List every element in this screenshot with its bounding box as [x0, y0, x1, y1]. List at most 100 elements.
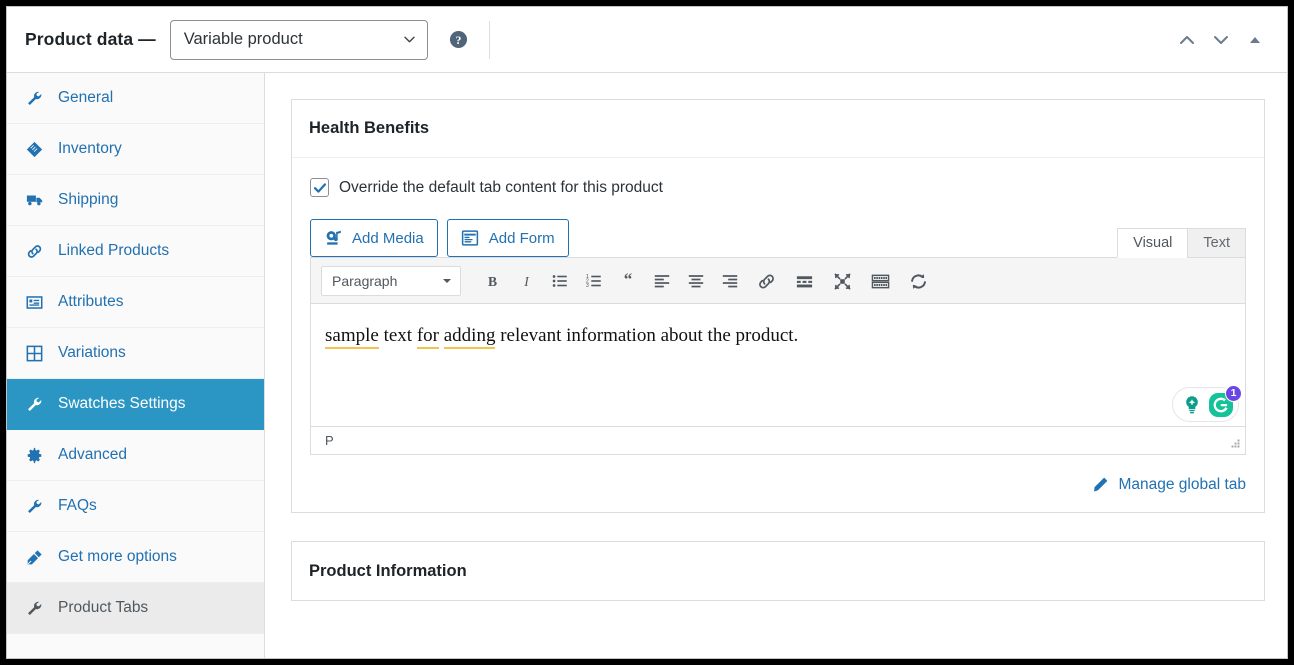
- align-center-icon: [688, 275, 704, 288]
- media-icon: [324, 229, 343, 248]
- chevron-down-icon: [1214, 35, 1228, 44]
- blockquote-button[interactable]: “: [611, 266, 645, 296]
- sidebar-item-swatches-settings[interactable]: Swatches Settings: [7, 379, 264, 430]
- read-more-button[interactable]: [785, 266, 823, 296]
- sidebar-item-variations[interactable]: Variations: [7, 328, 264, 379]
- editor-text-segment: text: [378, 325, 417, 346]
- help-circle-icon[interactable]: ?: [449, 30, 468, 49]
- sidebar-item-inventory[interactable]: Inventory: [7, 124, 264, 175]
- link-icon: [25, 242, 44, 261]
- product-data-panel: Product data — Variable product ? Genera…: [6, 6, 1288, 659]
- svg-text:?: ?: [455, 33, 461, 47]
- sidebar-item-label: Variations: [58, 344, 126, 362]
- redo-icon: [910, 273, 926, 289]
- italic-icon: I: [523, 274, 530, 289]
- sidebar-item-general[interactable]: General: [7, 73, 264, 124]
- health-benefits-body: Override the default tab content for thi…: [292, 158, 1264, 512]
- move-down-button[interactable]: [1207, 26, 1235, 54]
- add-form-button[interactable]: Add Form: [446, 219, 569, 257]
- grammarly-widget[interactable]: 1: [1208, 384, 1242, 418]
- sidebar-item-label: Product Tabs: [58, 599, 149, 617]
- truck-icon: [25, 191, 44, 210]
- product-type-value: Variable product: [183, 30, 303, 48]
- numbered-list-button[interactable]: 1 2 3: [577, 266, 611, 296]
- chevron-up-icon: [1180, 35, 1194, 44]
- add-form-label: Add Form: [488, 229, 555, 247]
- triangle-up-icon: [1250, 36, 1260, 43]
- grammarly-badge-count: 1: [1225, 384, 1242, 402]
- editor-status-bar: P: [311, 426, 1245, 454]
- override-checkbox-label: Override the default tab content for thi…: [339, 178, 663, 196]
- sidebar-item-label: Get more options: [58, 548, 177, 566]
- manage-global-tab-row: Manage global tab: [310, 475, 1246, 494]
- svg-text:3: 3: [586, 283, 589, 289]
- read-more-icon: [796, 275, 812, 287]
- editor-paragraph: sample text for adding relevant informat…: [325, 322, 1227, 350]
- chevron-down-icon: [404, 36, 415, 43]
- sidebar-item-label: General: [58, 89, 114, 107]
- insert-link-button[interactable]: [747, 266, 785, 296]
- move-up-button[interactable]: [1173, 26, 1201, 54]
- tab-visual[interactable]: Visual: [1117, 228, 1189, 258]
- wrench-icon: [25, 497, 44, 516]
- sidebar-item-label: Attributes: [58, 293, 124, 311]
- element-path: P: [325, 433, 334, 448]
- sidebar-item-label: Linked Products: [58, 242, 170, 260]
- bulleted-list-icon: [552, 275, 567, 287]
- manage-global-tab-label: Manage global tab: [1118, 475, 1246, 493]
- pencil-icon: [1090, 475, 1109, 494]
- svg-text:“: “: [624, 272, 633, 289]
- align-center-button[interactable]: [679, 266, 713, 296]
- lightbulb-icon[interactable]: [1181, 394, 1203, 416]
- editor-content-area[interactable]: sample text for adding relevant informat…: [311, 304, 1245, 426]
- editor-text-segment: for: [416, 325, 439, 349]
- svg-text:I: I: [523, 274, 530, 289]
- fullscreen-icon: [834, 273, 850, 289]
- writing-assistant-widget[interactable]: 1: [1172, 384, 1242, 422]
- format-select[interactable]: Paragraph: [321, 266, 461, 296]
- sidebar-item-label: FAQs: [58, 497, 97, 515]
- keyboard-shortcuts-button[interactable]: [861, 266, 899, 296]
- product-information-title: Product Information: [309, 561, 467, 580]
- product-data-sidebar: General Inventory Shipping Linked Produc…: [7, 73, 265, 658]
- sidebar-item-attributes[interactable]: Attributes: [7, 277, 264, 328]
- editor-actions-row: Add Media Add Form Visual Text: [310, 219, 1246, 258]
- toggle-panel-button[interactable]: [1241, 26, 1269, 54]
- align-right-button[interactable]: [713, 266, 747, 296]
- editor-mode-tabs: Visual Text: [1117, 228, 1246, 258]
- archive-icon: [25, 140, 44, 159]
- sidebar-item-label: Shipping: [58, 191, 119, 209]
- align-left-button[interactable]: [645, 266, 679, 296]
- sidebar-item-linked-products[interactable]: Linked Products: [7, 226, 264, 277]
- manage-global-tab-link[interactable]: Manage global tab: [1090, 475, 1246, 494]
- sidebar-item-product-tabs[interactable]: Product Tabs: [7, 583, 264, 634]
- sidebar-item-shipping[interactable]: Shipping: [7, 175, 264, 226]
- svg-text:B: B: [487, 274, 496, 289]
- editor-text-segment: adding: [443, 325, 496, 349]
- link-icon: [758, 274, 774, 288]
- add-media-button[interactable]: Add Media: [310, 219, 438, 257]
- wysiwyg-editor: Paragraph B I 1 2 3 “ sample text for ad…: [310, 257, 1246, 455]
- checkmark-icon: [313, 182, 326, 193]
- sidebar-item-get-more-options[interactable]: Get more options: [7, 532, 264, 583]
- undo-redo-button[interactable]: [899, 266, 937, 296]
- sidebar-item-faqs[interactable]: FAQs: [7, 481, 264, 532]
- resize-grip-icon[interactable]: [1227, 437, 1241, 451]
- bold-button[interactable]: B: [475, 266, 509, 296]
- gear-icon: [25, 446, 44, 465]
- sidebar-item-label: Advanced: [58, 446, 127, 464]
- sidebar-item-advanced[interactable]: Advanced: [7, 430, 264, 481]
- blockquote-icon: “: [624, 272, 633, 289]
- tab-text[interactable]: Text: [1187, 228, 1246, 258]
- override-checkbox[interactable]: [310, 178, 329, 197]
- product-information-card[interactable]: Product Information: [291, 541, 1265, 601]
- bulleted-list-button[interactable]: [543, 266, 577, 296]
- editor-text-segment: relevant information about the product.: [495, 325, 799, 346]
- format-select-value: Paragraph: [332, 273, 398, 289]
- fullscreen-button[interactable]: [823, 266, 861, 296]
- italic-button[interactable]: I: [509, 266, 543, 296]
- override-checkbox-row[interactable]: Override the default tab content for thi…: [310, 178, 1246, 197]
- editor-toolbar: Paragraph B I 1 2 3 “: [311, 258, 1245, 304]
- product-type-select[interactable]: Variable product: [169, 19, 428, 60]
- keyboard-icon: [871, 274, 889, 288]
